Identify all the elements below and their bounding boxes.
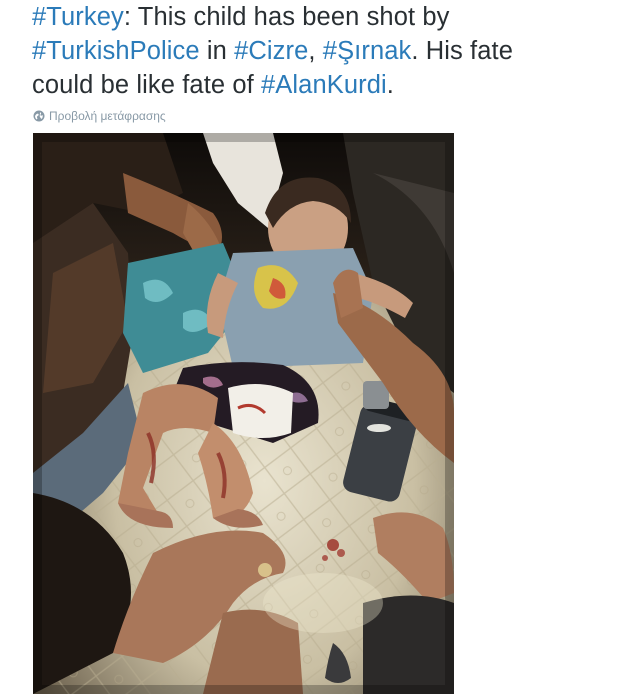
hashtag-sirnak-link[interactable]: #Şırnak xyxy=(323,37,412,65)
translate-link[interactable]: Προβολή μετάφρασης xyxy=(33,108,166,124)
hashtag-alankurdi-link[interactable]: #AlanKurdi xyxy=(261,71,387,99)
globe-icon xyxy=(33,110,45,122)
tweet-container: #Turkey: This child has been shot by #Tu… xyxy=(0,0,642,698)
tweet-photo[interactable] xyxy=(33,133,454,694)
tweet-text-segment: in xyxy=(199,37,235,65)
tweet-text-segment: could be like fate of xyxy=(32,71,262,99)
translate-label: Προβολή μετάφρασης xyxy=(49,109,166,123)
tweet-line-2: #TurkishPolice in #Cizre, #Şırnak. His f… xyxy=(32,34,632,68)
tweet-text-segment: . His fate xyxy=(411,37,513,65)
tweet-line-1: #Turkey: This child has been shot by xyxy=(32,0,632,34)
hashtag-turkishpolice-link[interactable]: #TurkishPolice xyxy=(32,37,200,65)
tweet-text-segment: . xyxy=(386,71,394,99)
tweet-text-segment: , xyxy=(308,37,323,65)
tweet-line-3: could be like fate of #AlanKurdi. xyxy=(32,68,632,102)
tweet-text: #Turkey: This child has been shot by #Tu… xyxy=(32,0,632,102)
hashtag-turkey-link[interactable]: #Turkey xyxy=(32,3,124,31)
tweet-text-segment: : This child has been shot by xyxy=(123,3,450,31)
photo-illustration xyxy=(33,133,454,694)
hashtag-cizre-link[interactable]: #Cizre xyxy=(234,37,308,65)
